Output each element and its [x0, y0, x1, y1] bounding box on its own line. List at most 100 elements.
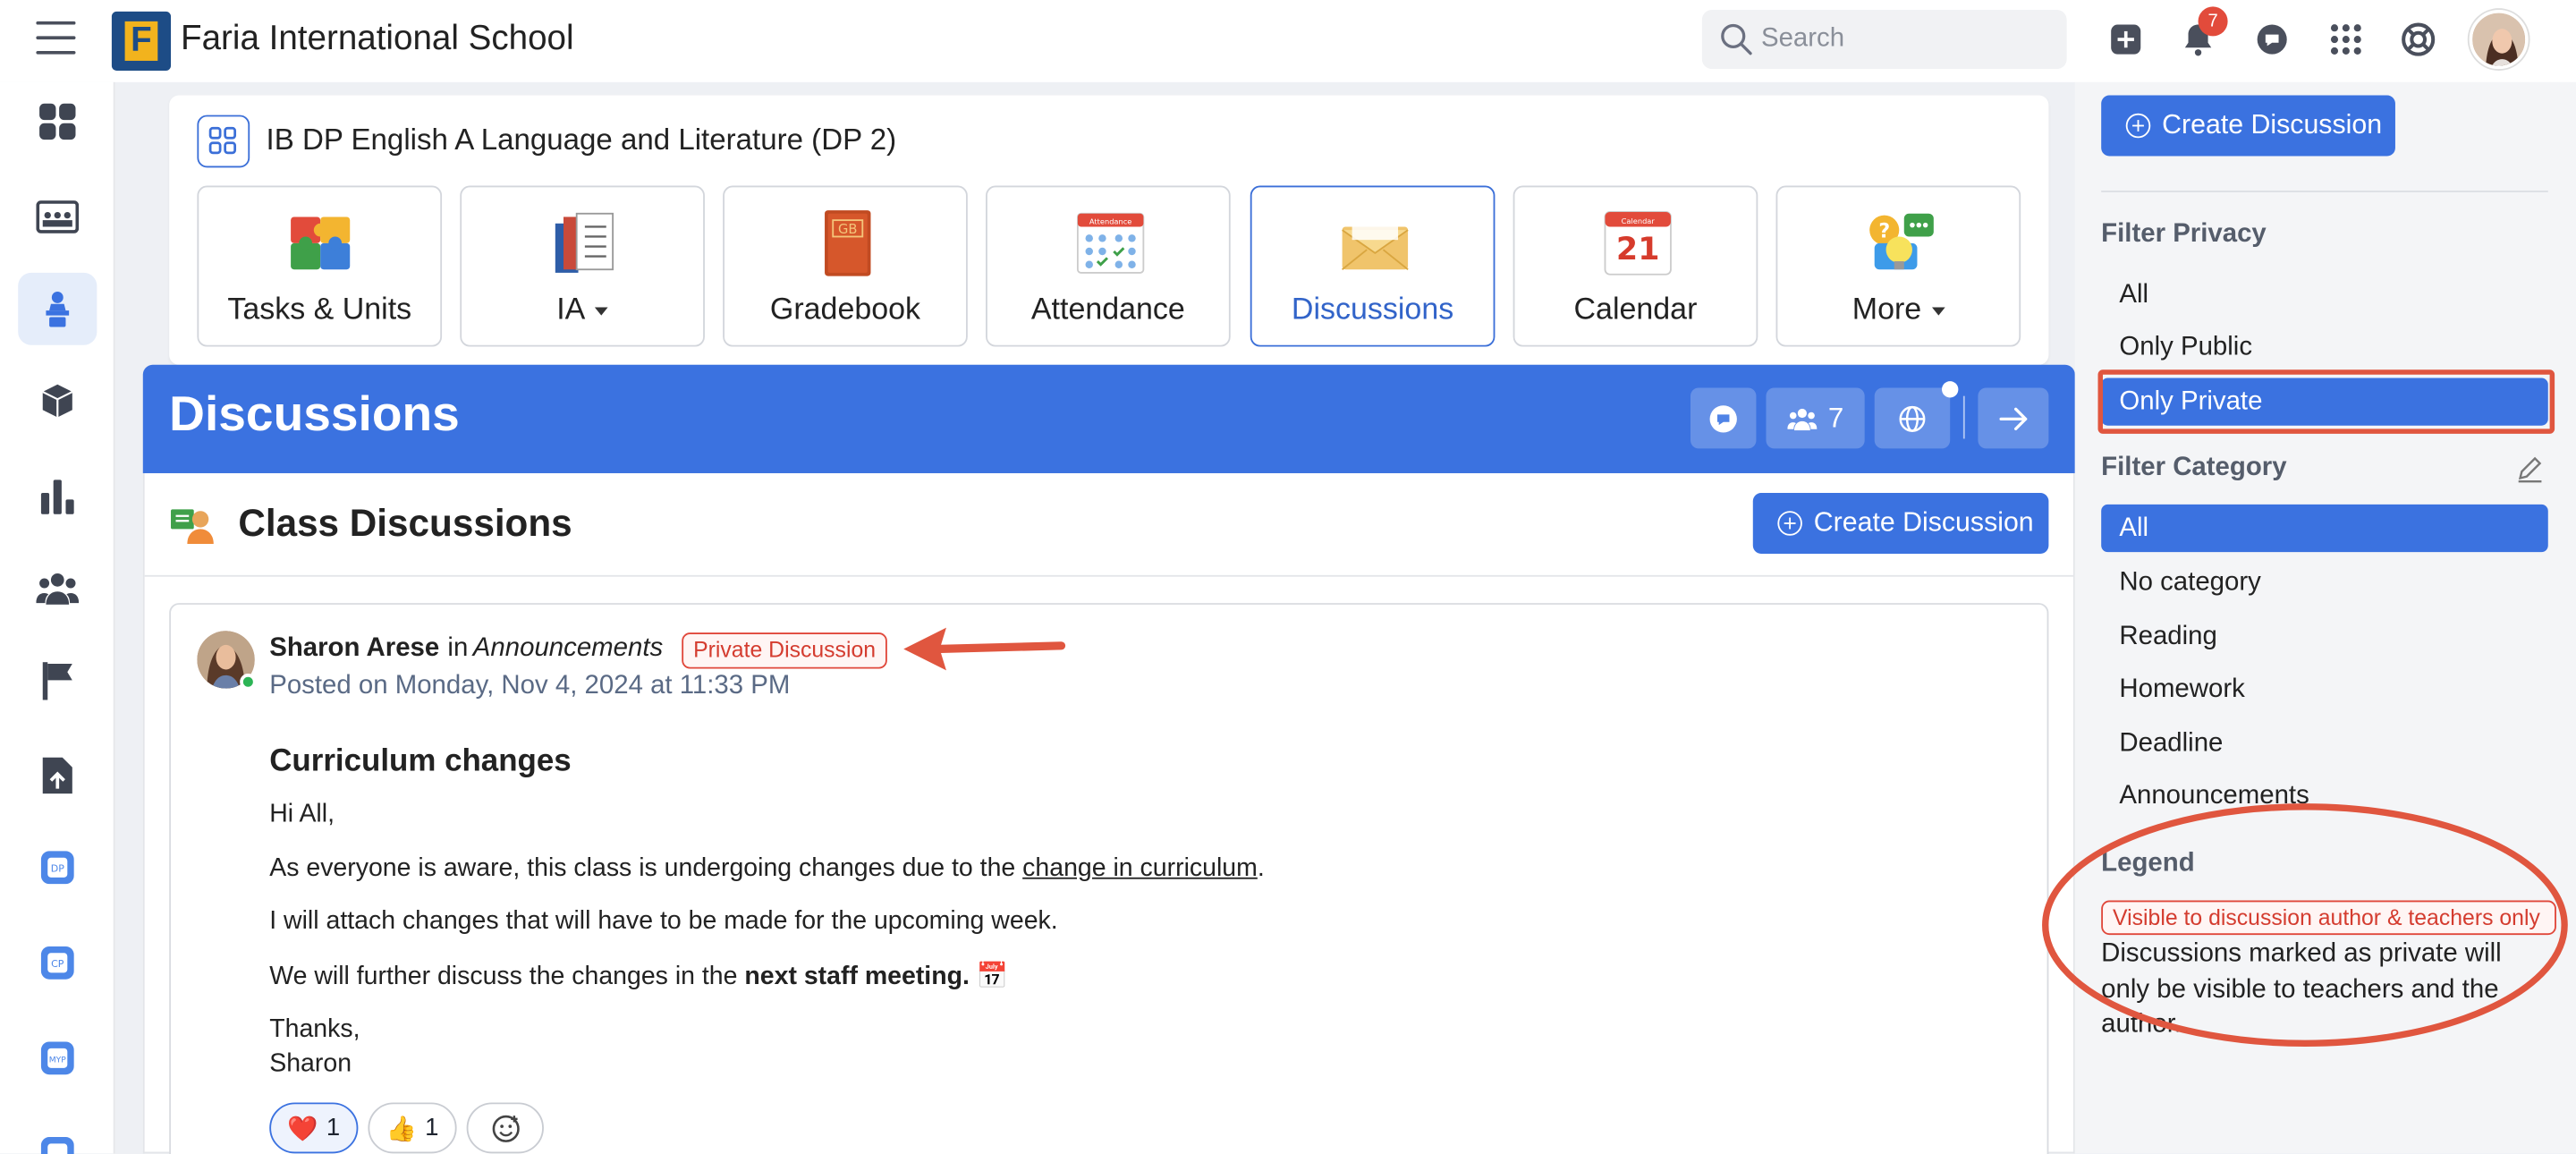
gradebook-icon-text: GB — [838, 222, 857, 237]
thumbs-up-reaction-button[interactable]: 👍 1 — [368, 1102, 457, 1154]
curriculum-link[interactable]: change in curriculum — [1022, 854, 1258, 882]
class-discussions-icon — [171, 509, 214, 544]
tool-attendance[interactable]: Attendance Attendance — [986, 185, 1231, 347]
annotation-circle — [2042, 803, 2568, 1047]
chat-icon — [1709, 404, 1737, 432]
header-chat-button[interactable] — [1690, 387, 1757, 449]
course-title: IB DP English A Language and Literature … — [266, 123, 897, 157]
post-text: . — [1257, 854, 1265, 883]
chat-icon[interactable] — [2252, 20, 2292, 59]
online-status-dot — [240, 674, 257, 691]
tool-ia[interactable]: IA — [460, 185, 705, 347]
add-icon[interactable] — [2106, 20, 2146, 59]
tool-gradebook[interactable]: GB Gradebook — [723, 185, 968, 347]
search-box[interactable] — [1701, 10, 2067, 70]
post-in-word: in — [447, 633, 469, 663]
post-author-line: Sharon Arese in Announcements — [269, 634, 663, 664]
tool-more[interactable]: ? More — [1775, 185, 2021, 347]
heart-reaction-button[interactable]: ❤️ 1 — [269, 1102, 359, 1154]
header-separator — [1962, 395, 1965, 439]
header-visibility-button[interactable] — [1874, 387, 1951, 449]
annotation-arrow — [903, 627, 1066, 671]
search-input[interactable] — [1760, 10, 2057, 70]
filter-category-reading[interactable]: Reading — [2101, 613, 2548, 660]
rail-program-icon[interactable] — [18, 1117, 97, 1154]
add-reaction-button[interactable] — [466, 1102, 544, 1154]
search-icon — [1721, 23, 1752, 55]
envelope-icon — [1342, 213, 1409, 270]
filter-category-all[interactable]: All — [2101, 504, 2548, 553]
rail-flag-icon[interactable] — [18, 644, 97, 717]
top-bar: F Faria International School 7 — [0, 0, 2576, 82]
calendar-icon-caption: Calendar — [1622, 216, 1656, 225]
tool-calendar[interactable]: Calendar 21 Calendar — [1513, 185, 1758, 347]
rail-analytics-icon[interactable] — [18, 460, 97, 532]
course-grid-icon[interactable] — [197, 115, 250, 168]
rail-people-icon[interactable] — [18, 552, 97, 624]
dropdown-caret-icon — [595, 306, 609, 315]
tool-discussions[interactable]: Discussions — [1250, 185, 1496, 347]
annotation-highlight-box — [2097, 369, 2555, 434]
plus-circle-icon — [2125, 113, 2151, 139]
unread-dot-icon — [1942, 381, 1959, 398]
rail-myp-program-icon[interactable]: MYP — [18, 1022, 97, 1094]
puzzle-icon — [291, 216, 351, 270]
rail-upload-file-icon[interactable] — [18, 740, 97, 812]
attendance-icon-caption: Attendance — [1089, 217, 1131, 226]
rail-cube-icon[interactable] — [18, 365, 97, 437]
filter-category-homework[interactable]: Homework — [2101, 666, 2548, 713]
notification-badge: 7 — [2198, 6, 2228, 37]
tool-label-text: IA — [556, 291, 586, 326]
reaction-count: 1 — [425, 1114, 439, 1142]
filter-category-no-category[interactable]: No category — [2101, 558, 2548, 606]
calendar-emoji-icon: 📅 — [976, 963, 1009, 991]
rail-teaching-icon[interactable] — [18, 272, 97, 345]
sidebar-divider — [2101, 191, 2548, 192]
sidebar-create-discussion-label: Create Discussion — [2162, 110, 2383, 140]
filter-privacy-only-public[interactable]: Only Public — [2101, 324, 2548, 371]
rail-classes-icon[interactable] — [18, 181, 97, 253]
post-paragraph-1: As everyone is aware, this class is unde… — [269, 854, 1265, 884]
plus-circle-icon — [1777, 511, 1802, 536]
tool-label: IA — [462, 291, 703, 327]
header-forward-button[interactable] — [1978, 387, 2049, 449]
school-logo[interactable]: F — [111, 11, 172, 71]
filter-category-title: Filter Category — [2101, 453, 2287, 482]
filter-privacy-title: Filter Privacy — [2101, 220, 2267, 249]
add-emoji-icon — [491, 1114, 519, 1141]
school-name[interactable]: Faria International School — [181, 20, 574, 59]
globe-icon — [1899, 404, 1926, 431]
private-discussion-tag: Private Discussion — [682, 632, 887, 669]
header-members-button[interactable]: 7 — [1766, 387, 1865, 449]
post-paragraph-3: We will further discuss the changes in t… — [269, 961, 1008, 992]
post-signature: Sharon — [269, 1049, 352, 1078]
sidebar-create-discussion-button[interactable]: Create Discussion — [2101, 95, 2395, 157]
tool-label: More — [1777, 291, 2019, 327]
rail-cp-program-icon[interactable]: CP — [18, 927, 97, 999]
pencil-icon[interactable] — [2515, 454, 2545, 483]
user-avatar[interactable] — [2469, 10, 2529, 70]
tool-label: Tasks & Units — [227, 291, 412, 326]
create-discussion-label: Create Discussion — [1813, 507, 2034, 538]
apps-grid-icon[interactable] — [2326, 20, 2366, 59]
post-category[interactable]: Announcements — [473, 634, 663, 662]
left-navigation-rail: DP CP MYP — [0, 81, 115, 1154]
rail-dp-program-icon[interactable]: DP — [18, 831, 97, 904]
filter-privacy-all[interactable]: All — [2101, 271, 2548, 318]
more-tools-icon: ? — [1869, 213, 1934, 270]
post-author[interactable]: Sharon Arese — [269, 634, 439, 662]
svg-text:MYP: MYP — [49, 1055, 67, 1065]
help-lifebuoy-icon[interactable] — [2399, 20, 2438, 59]
filter-category-deadline[interactable]: Deadline — [2101, 719, 2548, 767]
reaction-count: 1 — [326, 1114, 341, 1142]
svg-text:?: ? — [1878, 220, 1890, 242]
post-title: Curriculum changes — [269, 744, 572, 779]
svg-text:DP: DP — [51, 862, 64, 874]
hamburger-menu-icon[interactable] — [36, 21, 76, 55]
rail-dashboard-icon[interactable] — [18, 86, 97, 158]
members-count: 7 — [1827, 402, 1844, 433]
tool-tasks-units[interactable]: Tasks & Units — [197, 185, 443, 347]
post-paragraph-2: I will attach changes that will have to … — [269, 906, 1058, 936]
create-discussion-button[interactable]: Create Discussion — [1752, 493, 2049, 554]
discussions-header-title: Discussions — [169, 387, 460, 443]
